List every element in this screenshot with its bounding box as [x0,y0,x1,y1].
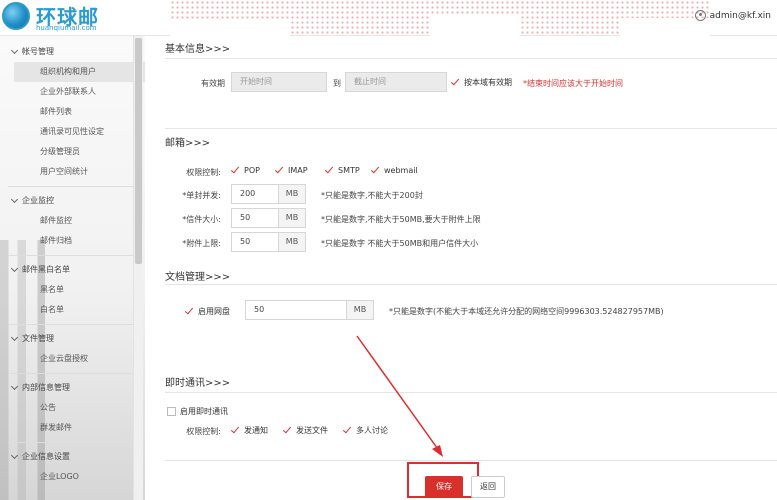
checkbox-empty-icon [167,407,176,416]
sidebar-item-announcement[interactable]: 公告 [0,398,145,418]
chevron-down-icon [10,46,19,55]
user-menu[interactable]: admin@kf.xin [694,10,771,21]
validity-note: *结束时间应该大于开始时间 [523,79,623,88]
sidebar-scrollbar[interactable] [133,36,143,500]
chevron-down-icon [10,333,19,342]
perm-webmail-checkbox[interactable]: webmail [371,166,418,175]
attach-label: *附件上限: [182,239,221,248]
im-group-chat-checkbox[interactable]: 多人讨论 [343,425,388,436]
chevron-down-icon [10,195,19,204]
chevron-down-icon [10,451,19,460]
size-unit: MB [278,208,306,228]
sidebar-group-account[interactable]: 帐号管理 [10,42,145,62]
user-email: admin@kf.xin [709,10,771,21]
section-basic-title: 基本信息>>> [165,44,231,55]
size-note: *只能是数字,不能大于50MB,要大于附件上限 [321,215,481,224]
size-label: *信件大小: [182,215,221,224]
sidebar-group-blackwhite[interactable]: 邮件黑白名单 [10,260,145,280]
end-time-input[interactable]: 截止时间 [345,72,447,92]
check-icon [451,78,460,87]
disk-note: *只能是数字(不能大于本域还允许分配的网络空间9996303.524827957… [389,307,664,316]
im-notify-checkbox[interactable]: 发通知 [231,425,268,436]
perm-pop-checkbox[interactable]: POP [231,166,260,175]
check-icon [231,426,240,435]
sidebar-item-mail-list[interactable]: 邮件列表 [0,102,145,122]
scrollbar-thumb[interactable] [135,38,142,264]
concurrent-input[interactable]: 200 [231,184,279,204]
sidebar-group-company-info[interactable]: 企业信息设置 [10,447,145,467]
im-file-checkbox[interactable]: 发送文件 [283,425,328,436]
sidebar-group-internal-info[interactable]: 内部信息管理 [10,378,145,398]
check-icon [231,166,240,175]
section-im-title: 即时通讯>>> [165,378,231,389]
perm-smtp-checkbox[interactable]: SMTP [325,166,360,175]
sidebar-item-space-stats[interactable]: 用户空间统计 [0,162,145,182]
sidebar-item-cloud-disk[interactable]: 企业云盘授权 [0,349,145,369]
sidebar-item-org-users[interactable]: 组织机构和用户 [14,62,145,82]
enable-im-checkbox[interactable]: 启用即时通讯 [167,406,228,417]
disk-unit: MB [346,300,374,320]
attach-unit: MB [278,232,306,252]
concurrent-note: *只能是数字,不能大于200封 [321,191,423,200]
sidebar-menu: 帐号管理 组织机构和用户 企业外部联系人 邮件列表 通讯录可见性设定 分级管理员… [0,36,145,487]
perm-imap-checkbox[interactable]: IMAP [275,166,308,175]
logo-subtitle: huanqiumail.com [36,24,97,32]
concurrent-unit: MB [278,184,306,204]
save-button[interactable]: 保存 [425,476,463,498]
sidebar-group-monitor[interactable]: 企业监控 [10,191,145,211]
sidebar-item-whitelist[interactable]: 白名单 [0,300,145,320]
logo[interactable]: 环球邮 huanqiumail.com [0,0,140,36]
check-icon [371,166,380,175]
enable-disk-checkbox[interactable]: 启用网盘 [185,306,230,317]
sidebar-item-mail-archive[interactable]: 邮件归档 [0,231,145,251]
to-label: 到 [333,79,341,88]
sidebar: 帐号管理 组织机构和用户 企业外部联系人 邮件列表 通讯录可见性设定 分级管理员… [0,36,145,500]
check-icon [275,166,284,175]
check-icon [185,307,194,316]
sidebar-item-external-contacts[interactable]: 企业外部联系人 [0,82,145,102]
im-perm-label: 权限控制: [186,427,221,436]
main-content: 基本信息>>> 有效期 开始时间 到 截止时间 按本域有效期 *结束时间应该大于… [145,36,777,500]
check-icon [325,166,334,175]
globe-icon [2,2,30,30]
sidebar-item-blacklist[interactable]: 黑名单 [0,280,145,300]
chevron-down-icon [10,382,19,391]
section-docs-title: 文档管理>>> [165,272,231,283]
disk-size-input[interactable]: 50 [245,300,347,320]
top-bar: 环球邮 huanqiumail.com admin@kf.xin [0,0,777,36]
section-mailbox-title: 邮箱>>> [165,138,211,149]
concurrent-label: *单封并发: [182,191,221,200]
user-icon [694,10,706,21]
domain-validity-checkbox[interactable]: 按本域有效期 [451,77,512,88]
sidebar-item-mail-monitor[interactable]: 邮件监控 [0,211,145,231]
size-input[interactable]: 50 [231,208,279,228]
check-icon [283,426,292,435]
sidebar-item-admins[interactable]: 分级管理员 [0,142,145,162]
start-time-input[interactable]: 开始时间 [231,72,327,92]
check-icon [343,426,352,435]
chevron-down-icon [10,264,19,273]
perm-label: 权限控制: [186,168,221,177]
back-button[interactable]: 返回 [471,476,505,498]
validity-label: 有效期 [201,79,225,88]
attach-note: *只能是数字 不能大于50MB和用户信件大小 [321,239,479,248]
attach-input[interactable]: 50 [231,232,279,252]
sidebar-item-logo[interactable]: 企业LOGO [0,467,145,487]
sidebar-item-mass-mail[interactable]: 群发邮件 [0,418,145,438]
sidebar-group-files[interactable]: 文件管理 [10,329,145,349]
sidebar-item-address-visibility[interactable]: 通讯录可见性设定 [0,122,145,142]
